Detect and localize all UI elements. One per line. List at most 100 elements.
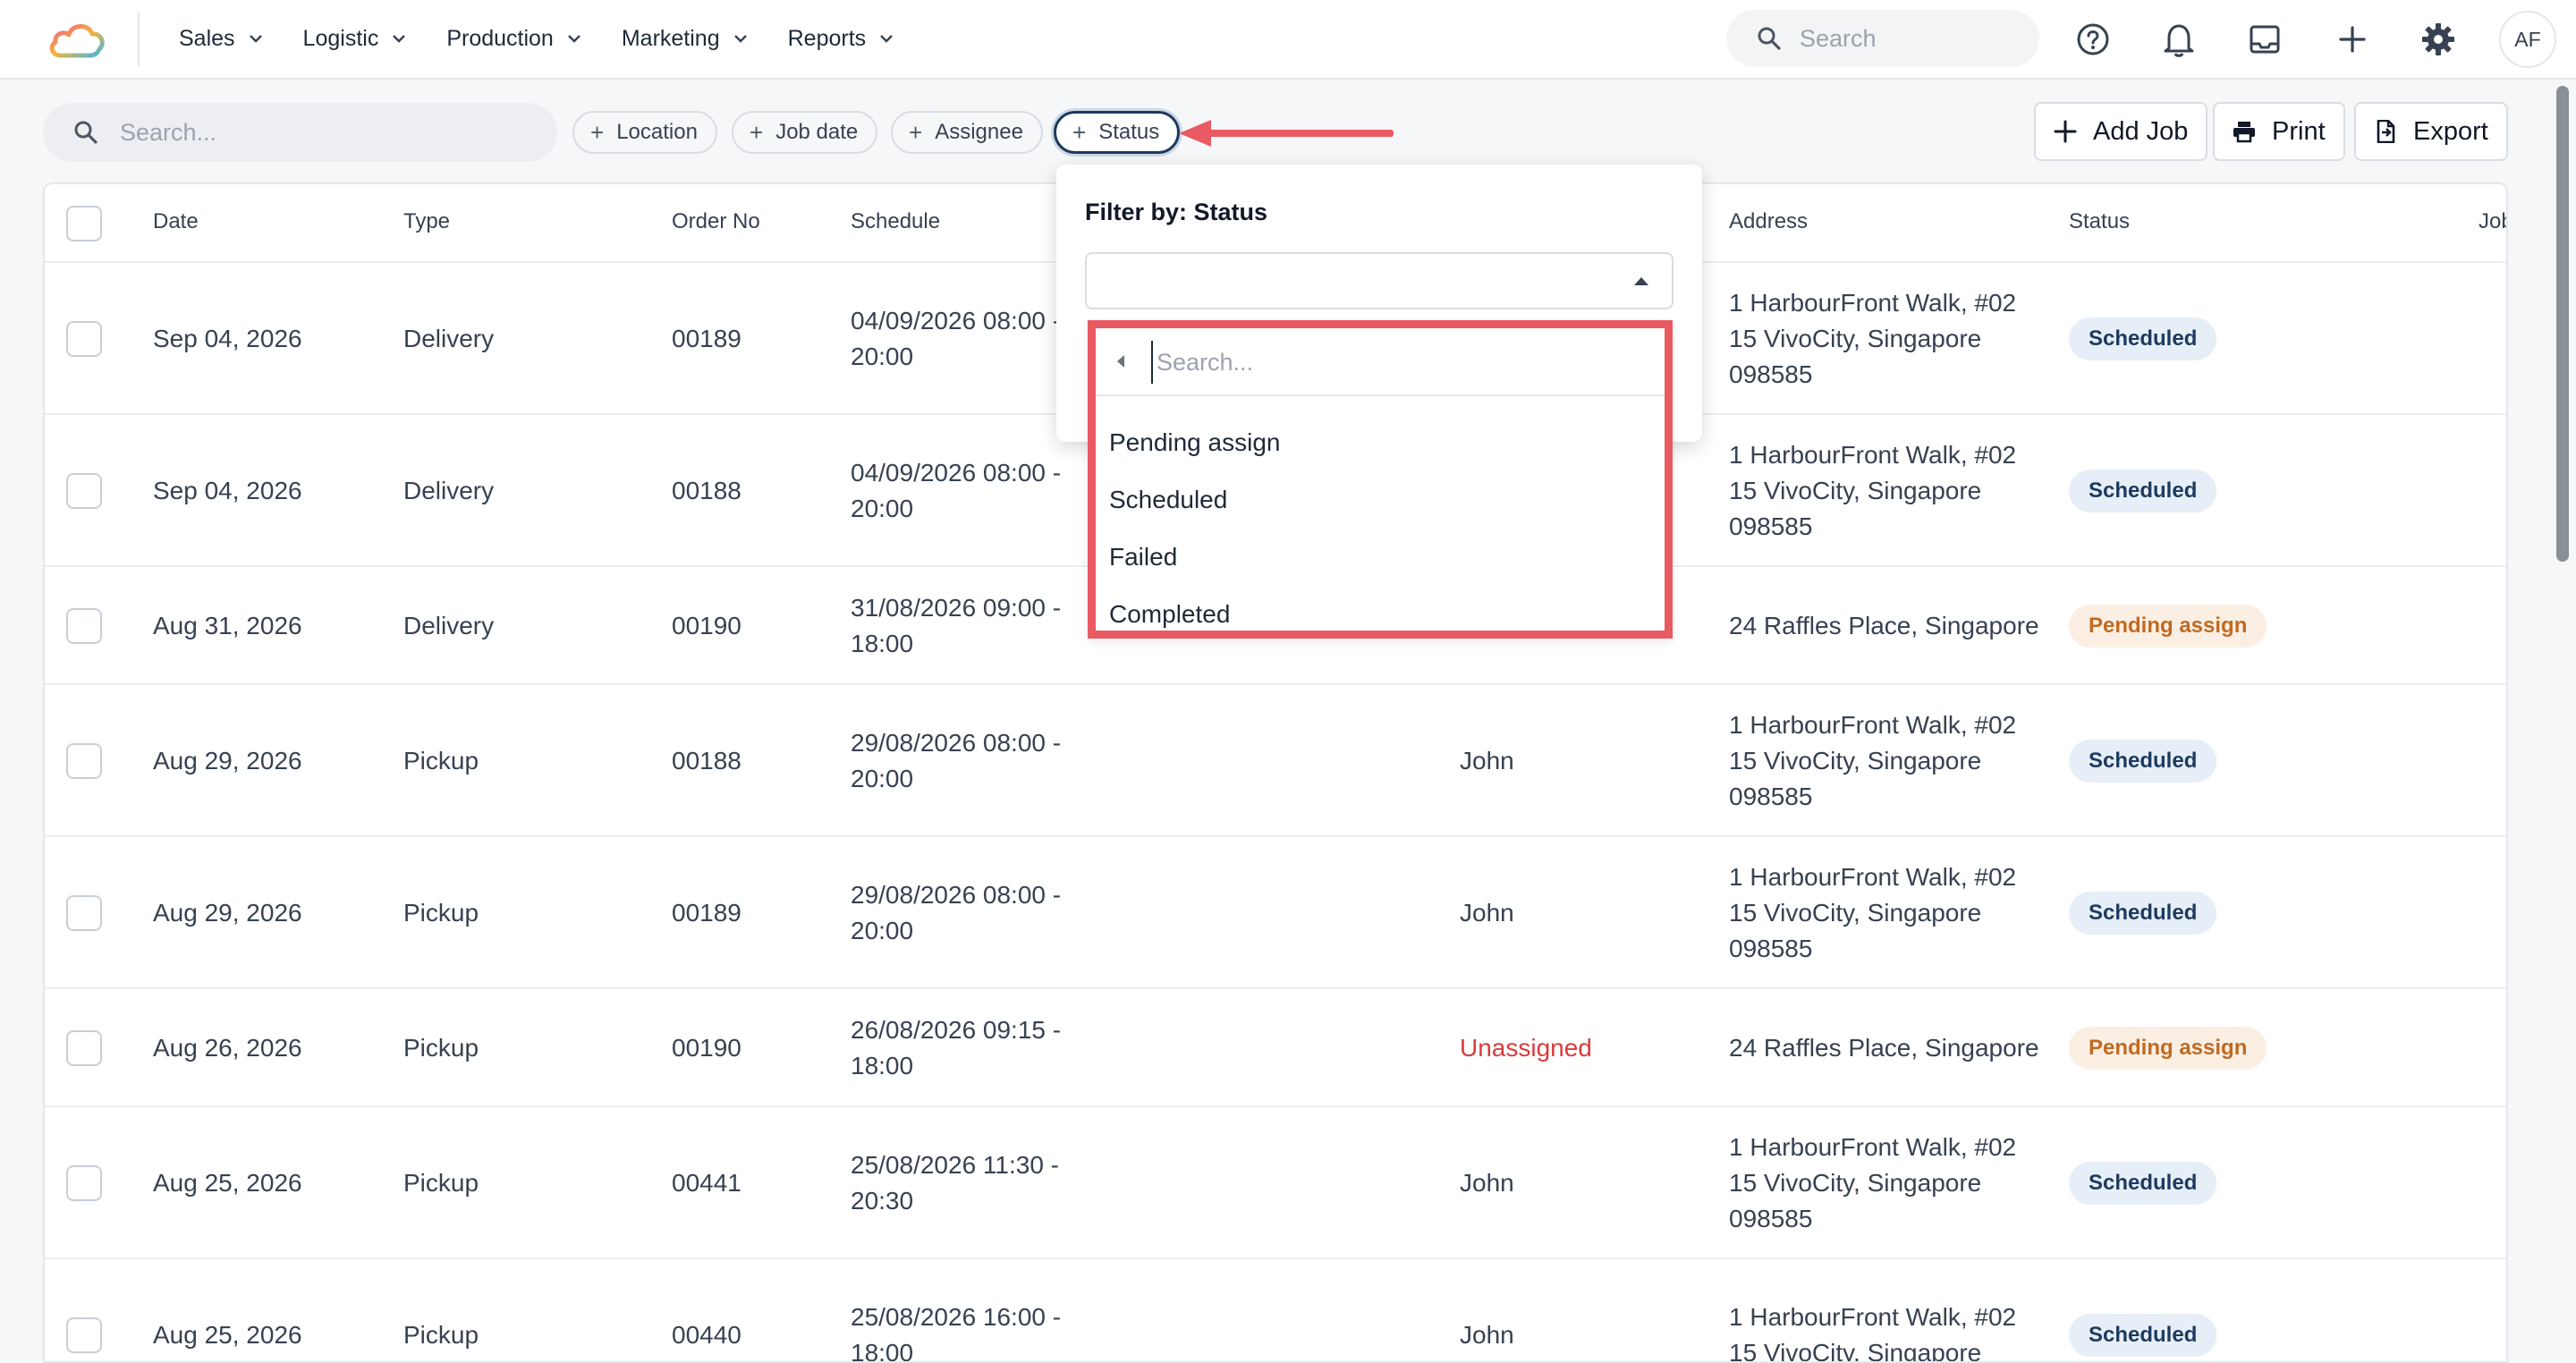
cell-schedule-end: 20:30 <box>851 1187 914 1215</box>
help-icon[interactable] <box>2073 20 2113 59</box>
row-checkbox[interactable] <box>66 895 102 931</box>
row-checkbox[interactable] <box>66 1165 102 1201</box>
nav-item-production[interactable]: Production <box>427 0 602 77</box>
filter-chip-label: Assignee <box>935 120 1023 144</box>
table-row[interactable]: Aug 25, 2026 Pickup 00440 25/08/2026 16:00 … <box>45 1257 2506 1363</box>
filter-chip-status[interactable]: + Status <box>1054 111 1181 154</box>
cell-address-line: 15 VivoCity, Singapore <box>1729 1339 1982 1363</box>
search-icon <box>74 121 97 144</box>
column-header-order-no[interactable]: Order No <box>672 209 760 234</box>
cell-assignee: John <box>1460 1169 1514 1197</box>
nav-item-label: Production <box>446 25 554 51</box>
column-header-schedule[interactable]: Schedule <box>851 209 940 234</box>
cell-type: Pickup <box>403 1321 479 1349</box>
cell-address-line: 15 VivoCity, Singapore <box>1729 747 1982 775</box>
cell-date: Aug 31, 2026 <box>153 612 302 639</box>
cell-schedule-start: 29/08/2026 08:00 - <box>851 729 1062 757</box>
cell-address-line: 24 Raffles Place, Singapore <box>1729 612 2039 639</box>
status-badge: Scheduled <box>2069 470 2217 512</box>
status-options-dropdown: Pending assign Scheduled Failed Complete… <box>1088 320 1673 639</box>
job-search[interactable] <box>43 103 557 162</box>
avatar[interactable]: AF <box>2499 11 2556 68</box>
status-badge: Scheduled <box>2069 1314 2217 1357</box>
chevron-down-icon <box>880 35 894 43</box>
bell-icon[interactable] <box>2159 20 2199 59</box>
row-checkbox[interactable] <box>66 608 102 644</box>
nav-item-marketing[interactable]: Marketing <box>602 0 768 77</box>
annotation-arrow-icon <box>1179 120 1394 147</box>
status-badge: Scheduled <box>2069 740 2217 783</box>
nav-divider <box>138 13 140 66</box>
plus-icon: + <box>750 119 764 146</box>
column-header-job[interactable]: Job <box>2479 209 2506 234</box>
column-header-type[interactable]: Type <box>403 209 450 234</box>
cell-address-line: 1 HarbourFront Walk, #02 <box>1729 1133 2017 1161</box>
row-checkbox[interactable] <box>66 1030 102 1066</box>
table-row[interactable]: Aug 29, 2026 Pickup 00188 29/08/2026 08:00 … <box>45 683 2506 835</box>
export-label: Export <box>2413 116 2488 146</box>
option-scheduled[interactable]: Scheduled <box>1109 475 1646 525</box>
option-completed[interactable]: Completed <box>1109 589 1646 639</box>
option-pending-assign[interactable]: Pending assign <box>1109 418 1646 468</box>
plus-icon[interactable] <box>2333 20 2372 59</box>
cell-order-no: 00189 <box>672 899 741 927</box>
print-button[interactable]: Print <box>2213 102 2345 161</box>
row-checkbox[interactable] <box>66 1317 102 1353</box>
option-failed[interactable]: Failed <box>1109 532 1646 582</box>
select-all-checkbox[interactable] <box>66 206 102 241</box>
nav-item-sales[interactable]: Sales <box>159 0 284 77</box>
printer-icon <box>2233 122 2255 143</box>
cloud-logo-icon[interactable] <box>47 16 109 63</box>
global-search[interactable] <box>1726 10 2039 67</box>
main-menu: Sales Logistic Production Marketing Repo… <box>159 0 914 77</box>
cell-date: Sep 04, 2026 <box>153 477 302 504</box>
cell-date: Aug 29, 2026 <box>153 899 302 927</box>
options-search-input[interactable] <box>1151 341 1641 384</box>
cell-date: Aug 25, 2026 <box>153 1321 302 1349</box>
caret-left-icon <box>1117 355 1124 368</box>
popover-title: Filter by: Status <box>1085 199 1268 225</box>
export-button[interactable]: Export <box>2354 102 2508 161</box>
filter-chip-assignee[interactable]: + Assignee <box>891 111 1043 154</box>
cell-order-no: 00189 <box>672 325 741 352</box>
scrollbar-thumb[interactable] <box>2556 86 2569 562</box>
cell-order-no: 00440 <box>672 1321 741 1349</box>
filter-chip-label: Status <box>1098 120 1160 144</box>
cell-assignee: John <box>1460 747 1514 775</box>
row-checkbox[interactable] <box>66 321 102 357</box>
row-checkbox[interactable] <box>66 473 102 509</box>
filter-chip-location[interactable]: + Location <box>572 111 717 154</box>
column-header-date[interactable]: Date <box>153 209 199 234</box>
column-header-address[interactable]: Address <box>1729 209 1808 234</box>
table-row[interactable]: Aug 25, 2026 Pickup 00441 25/08/2026 11:30 … <box>45 1105 2506 1257</box>
cell-schedule-start: 04/09/2026 08:00 - <box>851 459 1062 487</box>
table-row[interactable]: Aug 26, 2026 Pickup 00190 26/08/2026 09:15 … <box>45 987 2506 1105</box>
cell-schedule-start: 29/08/2026 08:00 - <box>851 881 1062 909</box>
cell-address-line: 098585 <box>1729 512 1813 540</box>
cell-address-line: 1 HarbourFront Walk, #02 <box>1729 711 2017 739</box>
column-header-status[interactable]: Status <box>2069 209 2130 234</box>
filter-chip-label: Location <box>616 120 698 144</box>
nav-item-label: Marketing <box>621 25 720 51</box>
cell-address-line: 1 HarbourFront Walk, #02 <box>1729 441 2017 469</box>
cell-date: Sep 04, 2026 <box>153 325 302 352</box>
cell-schedule-end: 20:00 <box>851 917 914 944</box>
table-row[interactable]: Aug 29, 2026 Pickup 00189 29/08/2026 08:00 … <box>45 835 2506 987</box>
status-select[interactable] <box>1085 252 1674 309</box>
add-job-button[interactable]: Add Job <box>2034 102 2208 161</box>
row-checkbox[interactable] <box>66 743 102 779</box>
nav-item-label: Logistic <box>302 25 379 51</box>
status-badge: Pending assign <box>2069 1027 2267 1070</box>
inbox-icon[interactable] <box>2245 20 2284 59</box>
filter-chip-job-date[interactable]: + Job date <box>732 111 878 154</box>
job-search-input[interactable] <box>118 117 515 148</box>
global-search-input[interactable] <box>1798 23 2016 54</box>
cell-order-no: 00188 <box>672 747 741 775</box>
nav-item-reports[interactable]: Reports <box>768 0 915 77</box>
cell-schedule-start: 25/08/2026 11:30 - <box>851 1151 1060 1179</box>
chevron-down-icon <box>733 35 747 43</box>
cell-address-line: 15 VivoCity, Singapore <box>1729 477 1982 504</box>
gear-icon[interactable] <box>2419 20 2458 59</box>
nav-item-logistic[interactable]: Logistic <box>284 0 428 77</box>
avatar-initials: AF <box>2514 27 2541 51</box>
